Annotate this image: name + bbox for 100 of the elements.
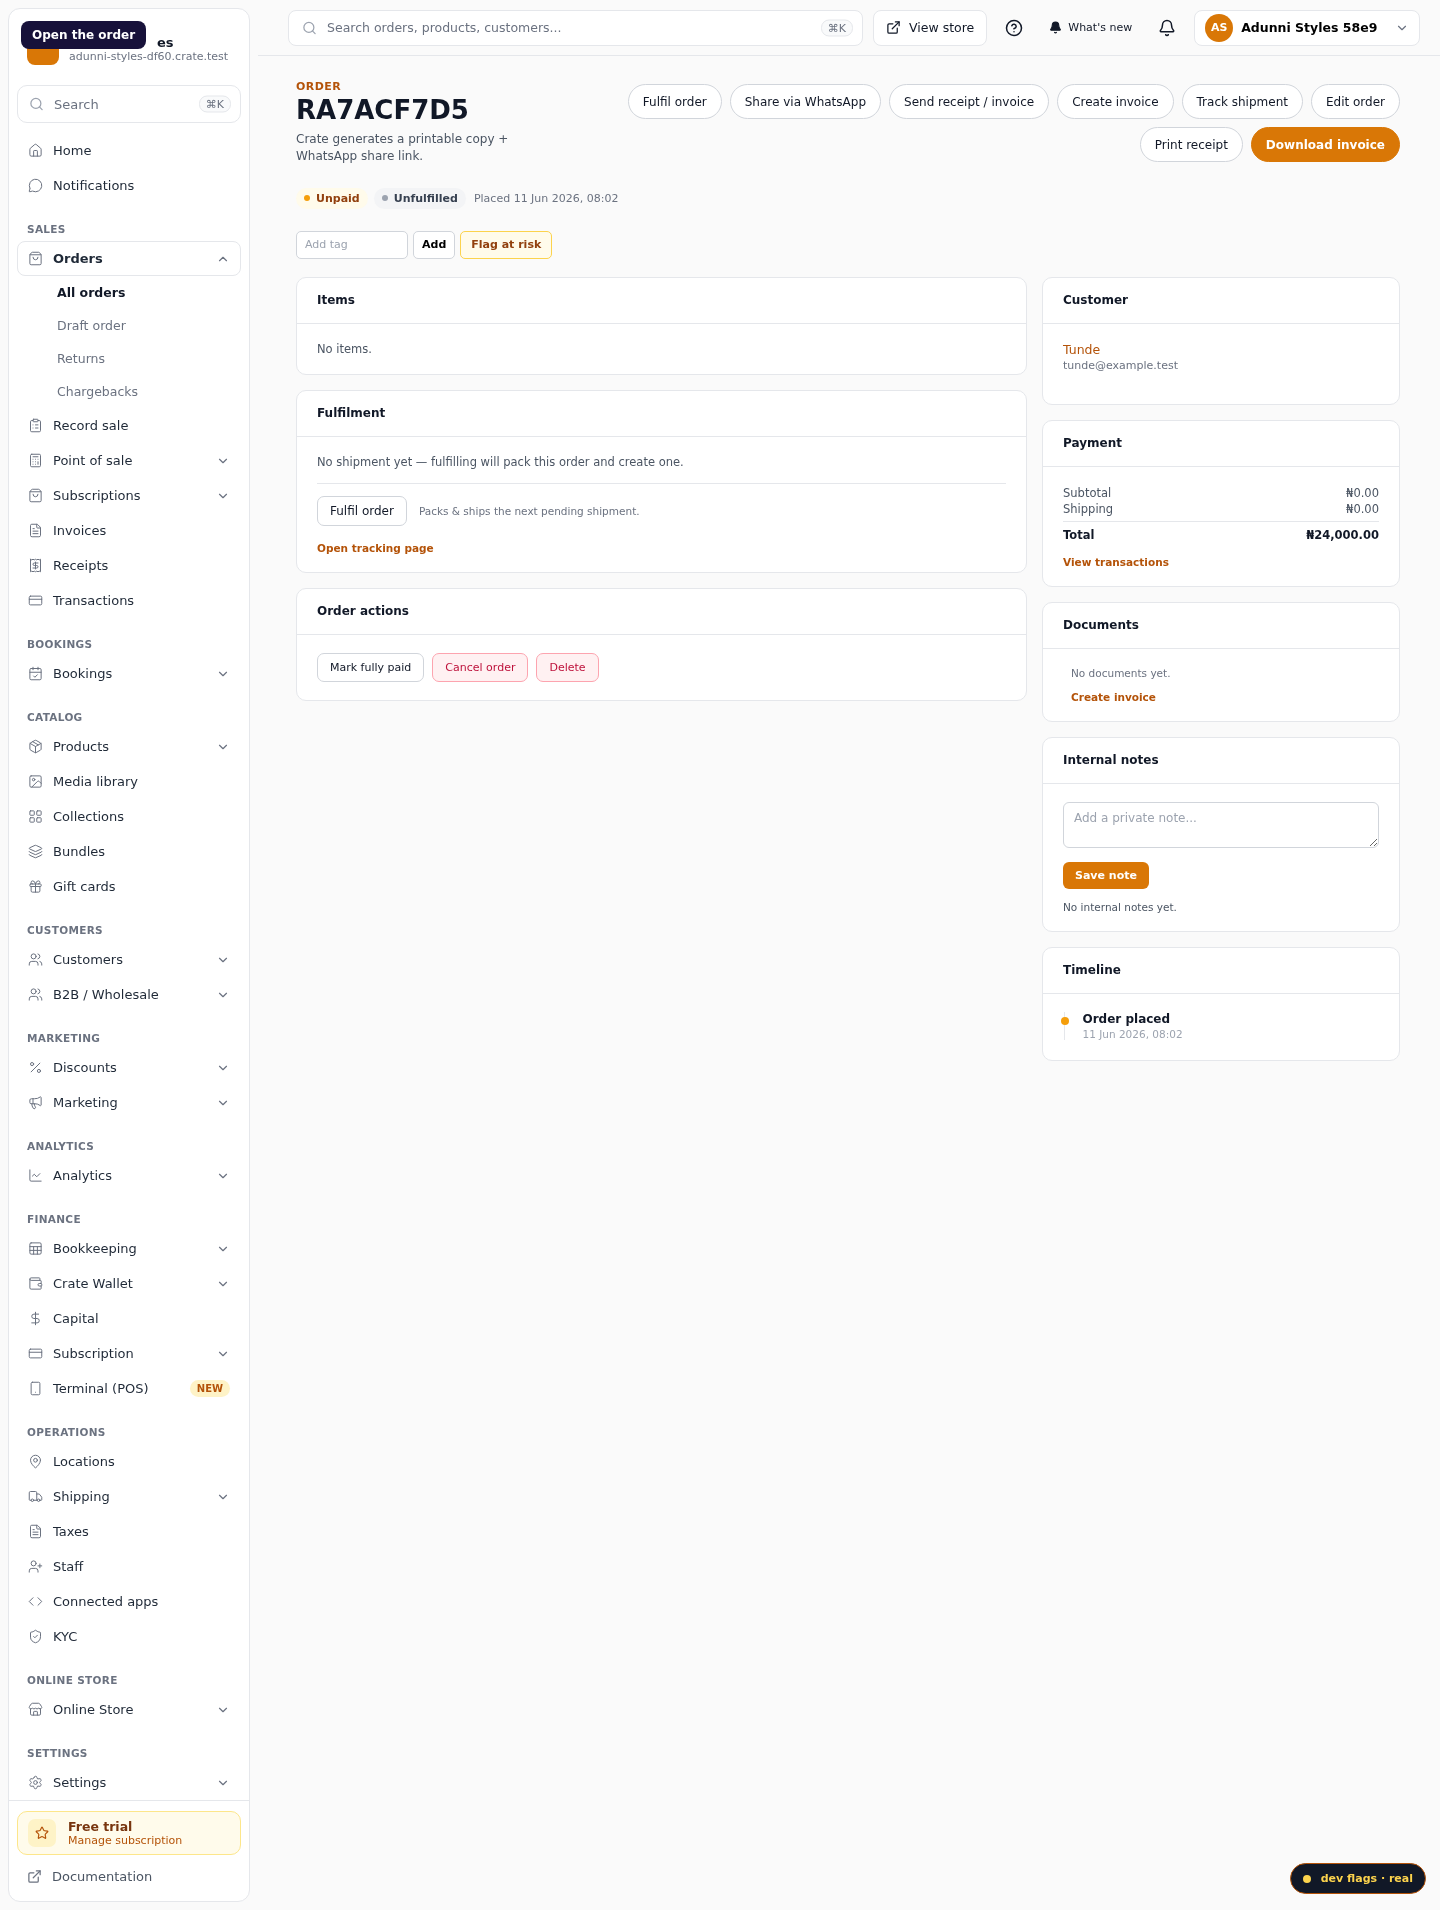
sidebar-item[interactable]: Invoices xyxy=(17,513,241,548)
order-action-button[interactable]: Cancel order xyxy=(432,652,529,682)
order-action-button[interactable]: Mark fully paid xyxy=(317,652,425,682)
section-label: ANALYTICS xyxy=(26,1139,96,1154)
section-label: SETTINGS xyxy=(26,1746,89,1761)
order-description: Crate generates a printable copy + WhatsApp share link. xyxy=(296,131,510,166)
chat-bubble-icon xyxy=(28,178,43,193)
sidebar-item[interactable]: Media library xyxy=(17,764,241,799)
sidebar-item[interactable]: Shipping xyxy=(17,1479,241,1514)
sidebar-item[interactable]: Products xyxy=(17,729,241,764)
sidebar-item[interactable]: Bookings xyxy=(17,656,241,691)
manage-subscription-link[interactable]: Manage subscription xyxy=(68,1834,183,1847)
tracking-page-link[interactable]: Open tracking page xyxy=(317,541,434,554)
calendar-icon xyxy=(28,666,43,681)
sidebar-item[interactable]: Crate Wallet xyxy=(17,1266,241,1301)
whats-new-button[interactable]: What's new xyxy=(1041,17,1141,38)
image-icon xyxy=(28,774,43,789)
action-button[interactable]: Track shipment xyxy=(1181,84,1303,119)
fulfilment-message: No shipment yet — fulfilling will pack this order and create one. xyxy=(317,454,684,469)
trial-banner[interactable]: Free trial Manage subscription xyxy=(17,1811,241,1855)
sidebar-item[interactable]: Settings xyxy=(17,1765,241,1800)
sidebar-item[interactable]: Collections xyxy=(17,799,241,834)
section-label: CATALOG xyxy=(26,710,84,725)
fulfil-order-button[interactable]: Fulfil order xyxy=(317,495,407,526)
tooltip: Open the order xyxy=(21,21,147,49)
document-icon xyxy=(28,523,43,538)
action-button[interactable]: Send receipt / invoice xyxy=(889,84,1050,119)
line-chart-icon xyxy=(28,1168,43,1183)
payment-value: ₦0.00 xyxy=(1346,485,1379,500)
action-button[interactable]: Create invoice xyxy=(1057,84,1174,119)
sidebar-item[interactable]: Bookkeeping xyxy=(17,1231,241,1266)
tag-input-field[interactable]: Add tag xyxy=(296,230,408,259)
order-action-button[interactable]: Delete xyxy=(536,652,599,682)
sidebar-item[interactable]: Capital xyxy=(17,1301,241,1336)
customer-name-link[interactable]: Tunde xyxy=(1063,341,1101,357)
sidebar-item[interactable]: Connected apps xyxy=(17,1584,241,1619)
dev-flags-badge[interactable]: dev flags · real xyxy=(1289,1863,1426,1894)
payment-label: Total xyxy=(1063,527,1095,542)
sidebar-item[interactable]: B2B / Wholesale xyxy=(17,977,241,1012)
store-domain: adunni-styles-df60.crate.test xyxy=(69,50,229,64)
card-title: Fulfilment xyxy=(317,406,386,421)
empty-message: No documents yet. xyxy=(1071,666,1171,679)
sidebar-item[interactable]: Staff xyxy=(17,1549,241,1584)
sidebar-item[interactable]: Marketing xyxy=(17,1085,241,1120)
view-transactions-link[interactable]: View transactions xyxy=(1063,555,1169,568)
status-badge: Unfulfilled xyxy=(373,187,466,209)
documentation-link[interactable]: Documentation xyxy=(17,1863,241,1890)
empty-message: No items. xyxy=(317,341,372,356)
flag-at-risk-button[interactable]: Flag at risk xyxy=(460,230,553,259)
note-input-field[interactable]: Add a private note... xyxy=(1063,801,1379,848)
sidebar-item[interactable]: Home xyxy=(17,133,241,168)
action-button[interactable]: Share via WhatsApp xyxy=(729,84,882,119)
create-invoice-link[interactable]: Create invoice xyxy=(1071,690,1156,703)
phone-icon xyxy=(28,1381,43,1396)
customer-email: tunde@example.test xyxy=(1063,358,1178,372)
sidebar-item[interactable]: Transactions xyxy=(17,583,241,618)
sidebar-item[interactable]: Analytics xyxy=(17,1158,241,1193)
section-label: SALES xyxy=(26,222,67,237)
sidebar-subitem[interactable]: Chargebacks xyxy=(17,375,241,408)
receipt-icon xyxy=(28,558,43,573)
status-dot xyxy=(1302,1874,1311,1883)
sidebar-item[interactable]: Taxes xyxy=(17,1514,241,1549)
section-label: MARKETING xyxy=(26,1031,102,1046)
sidebar-item[interactable]: Subscription xyxy=(17,1336,241,1371)
sidebar-item[interactable]: Record sale xyxy=(17,408,241,443)
sidebar-item[interactable]: Terminal (POS) NEW xyxy=(17,1371,241,1406)
card-title: Customer xyxy=(1063,293,1129,308)
help-icon xyxy=(1005,18,1024,37)
sidebar-item[interactable]: Gift cards xyxy=(17,869,241,904)
sidebar-item[interactable]: Discounts xyxy=(17,1050,241,1085)
external-link-icon xyxy=(27,1869,42,1884)
sidebar-item[interactable]: Notifications xyxy=(17,168,241,203)
sidebar-subitem[interactable]: Draft order xyxy=(17,309,241,342)
action-button[interactable]: Edit order xyxy=(1310,84,1400,119)
shield-icon xyxy=(28,1629,43,1644)
view-store-button[interactable]: View store xyxy=(873,9,988,46)
sidebar-item[interactable]: Bundles xyxy=(17,834,241,869)
sidebar-item[interactable]: Locations xyxy=(17,1444,241,1479)
account-menu[interactable]: AS Adunni Styles 58e9 xyxy=(1194,9,1421,46)
sidebar-item[interactable]: Receipts xyxy=(17,548,241,583)
add-tag-button[interactable]: Add xyxy=(413,230,456,259)
sidebar-subitem[interactable]: All orders xyxy=(17,276,241,309)
clipboard-icon xyxy=(28,418,43,433)
sidebar-item[interactable]: Point of sale xyxy=(17,443,241,478)
bag-icon xyxy=(28,251,43,266)
sidebar-item[interactable]: Customers xyxy=(17,942,241,977)
section-label: OPERATIONS xyxy=(26,1425,107,1440)
fulfil-hint: Packs & ships the next pending shipment. xyxy=(418,504,640,517)
action-button[interactable]: Print receipt xyxy=(1139,127,1243,162)
megaphone-icon xyxy=(28,1095,43,1110)
code-icon xyxy=(28,1594,43,1609)
sidebar-item[interactable]: Orders xyxy=(17,241,241,276)
sidebar-subitem[interactable]: Returns xyxy=(17,342,241,375)
action-button[interactable]: Fulfil order xyxy=(627,84,722,119)
sidebar-item[interactable]: Subscriptions xyxy=(17,478,241,513)
sidebar-item[interactable]: Online Store xyxy=(17,1692,241,1727)
card-title: Internal notes xyxy=(1063,753,1159,768)
card-title: Order actions xyxy=(317,604,409,619)
sidebar-item[interactable]: KYC xyxy=(17,1619,241,1654)
payment-label: Shipping xyxy=(1063,501,1114,516)
